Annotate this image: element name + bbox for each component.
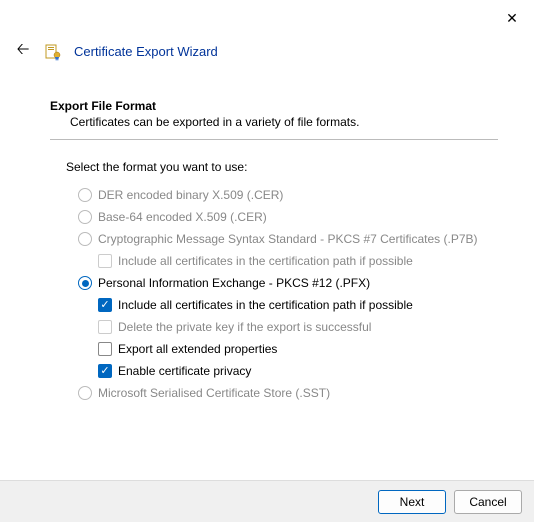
label-pkcs7: Cryptographic Message Syntax Standard - … xyxy=(98,232,478,246)
wizard-title: Certificate Export Wizard xyxy=(74,44,218,59)
cancel-button[interactable]: Cancel xyxy=(454,490,522,514)
radio-der xyxy=(78,188,92,202)
label-pfx: Personal Information Exchange - PKCS #12… xyxy=(98,276,370,290)
radio-pkcs7 xyxy=(78,232,92,246)
select-format-label: Select the format you want to use: xyxy=(66,160,498,174)
label-pfx-export-ext: Export all extended properties xyxy=(118,342,277,356)
close-button[interactable]: ✕ xyxy=(500,6,524,30)
label-pfx-privacy: Enable certificate privacy xyxy=(118,364,251,378)
radio-pfx[interactable] xyxy=(78,276,92,290)
check-pfx-export-ext[interactable] xyxy=(98,342,112,356)
label-sst: Microsoft Serialised Certificate Store (… xyxy=(98,386,330,400)
label-pfx-delete: Delete the private key if the export is … xyxy=(118,320,371,334)
certificate-icon xyxy=(44,43,62,61)
section-subtitle: Certificates can be exported in a variet… xyxy=(70,115,498,129)
check-pfx-delete xyxy=(98,320,112,334)
label-pkcs7-include: Include all certificates in the certific… xyxy=(118,254,413,268)
check-pfx-include[interactable] xyxy=(98,298,112,312)
separator xyxy=(50,139,498,140)
label-pfx-include: Include all certificates in the certific… xyxy=(118,298,413,312)
radio-base64 xyxy=(78,210,92,224)
next-button[interactable]: Next xyxy=(378,490,446,514)
label-der: DER encoded binary X.509 (.CER) xyxy=(98,188,283,202)
radio-sst xyxy=(78,386,92,400)
check-pkcs7-include xyxy=(98,254,112,268)
check-pfx-privacy[interactable] xyxy=(98,364,112,378)
back-button[interactable]: 🡠 xyxy=(14,38,32,65)
section-title: Export File Format xyxy=(50,99,498,113)
label-base64: Base-64 encoded X.509 (.CER) xyxy=(98,210,267,224)
